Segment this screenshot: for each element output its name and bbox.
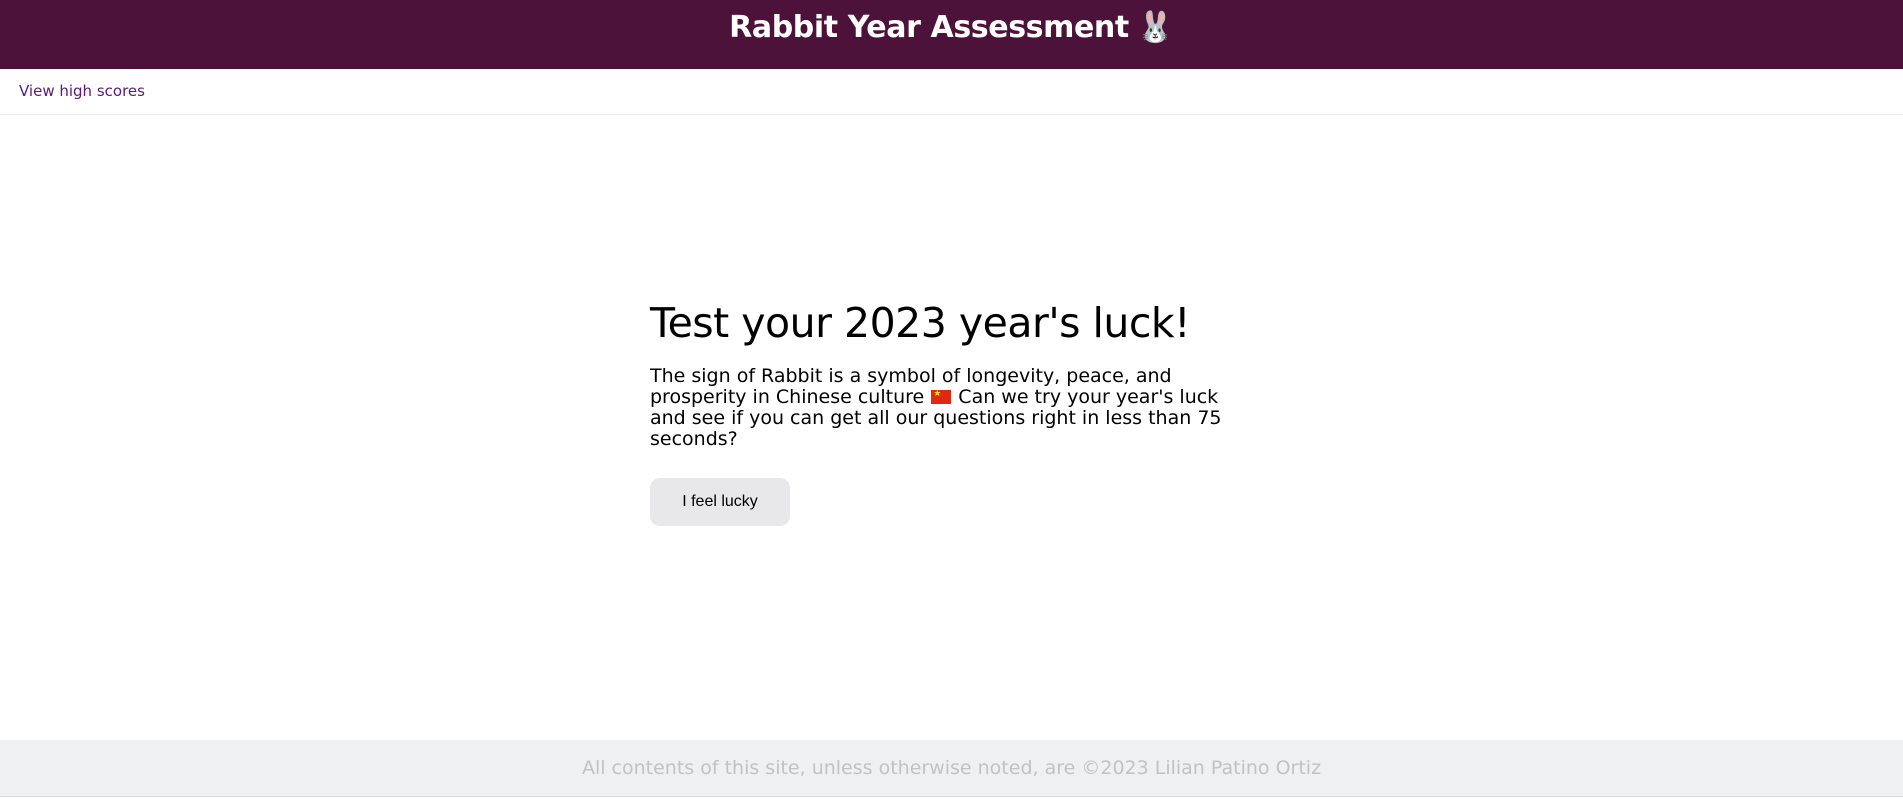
site-title-text: Rabbit Year Assessment <box>729 10 1129 45</box>
copyright-notice: All contents of this site, unless otherw… <box>581 757 1322 779</box>
navigation-bar: View high scores <box>0 69 1903 115</box>
china-flag-icon <box>931 387 952 404</box>
page: Rabbit Year Assessment 🐰 View high scores… <box>0 0 1903 799</box>
intro-description: The sign of Rabbit is a symbol of longev… <box>650 366 1250 450</box>
intro-title: Test your 2023 year's luck! <box>650 299 1191 347</box>
site-title: Rabbit Year Assessment 🐰 <box>729 8 1174 48</box>
view-high-scores-link[interactable]: View high scores <box>19 81 145 101</box>
page-header: Rabbit Year Assessment 🐰 <box>0 0 1903 69</box>
intro-section: Test your 2023 year's luck! The sign of … <box>650 298 1250 526</box>
i-feel-lucky-button[interactable]: I feel lucky <box>650 478 790 526</box>
page-footer: All contents of this site, unless otherw… <box>0 740 1903 797</box>
rabbit-face-icon: 🐰 <box>1136 10 1174 45</box>
